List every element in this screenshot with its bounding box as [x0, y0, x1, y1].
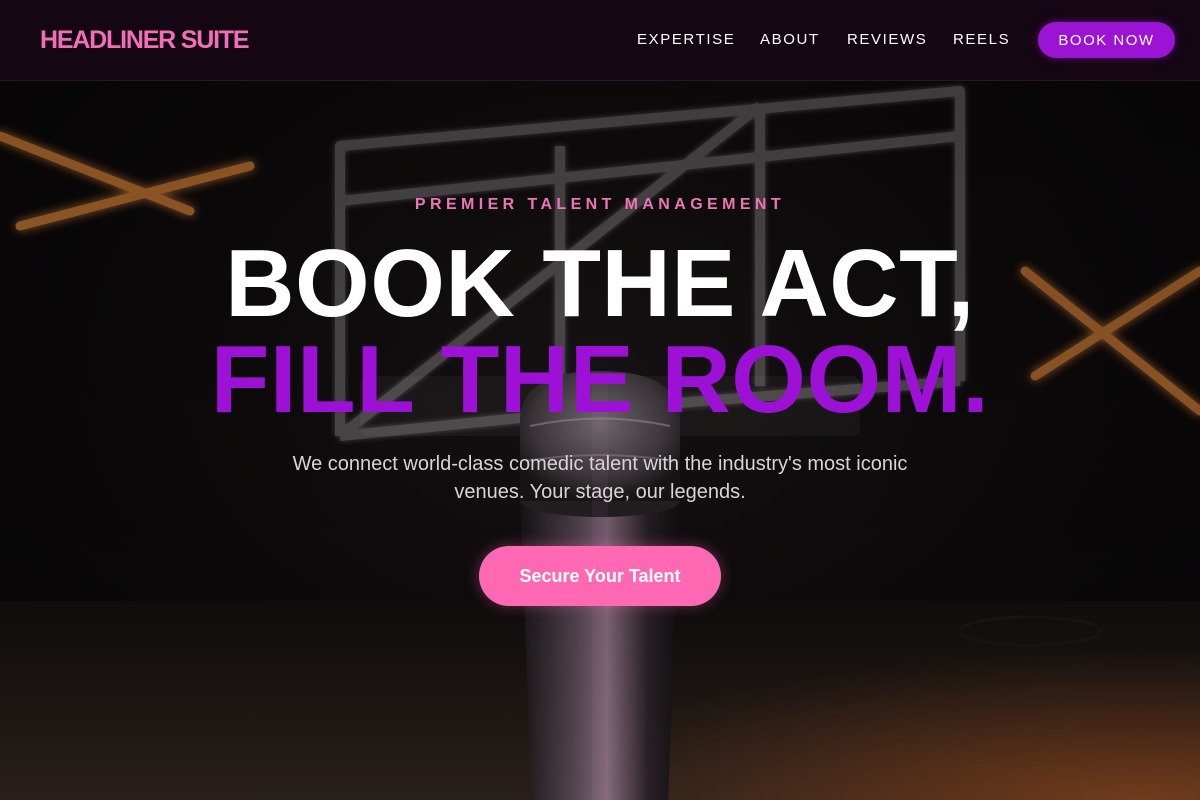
- nav-link-reels[interactable]: REELS: [953, 31, 1010, 48]
- hero-headline-line-2: FILL THE ROOM.: [210, 326, 990, 433]
- top-navbar: HEADLINER SUITE EXPERTISE ABOUT REVIEWS …: [0, 0, 1200, 81]
- hero-dark-overlay: [0, 81, 1200, 800]
- hero-headline-line-1: BOOK THE ACT,: [225, 230, 975, 337]
- hero-subtext: We connect world-class comedic talent wi…: [292, 453, 908, 503]
- hero-background-image: [0, 81, 1200, 800]
- hero-eyebrow: PREMIER TALENT MANAGEMENT: [414, 196, 786, 213]
- secure-talent-button[interactable]: Secure Your Talent: [479, 546, 721, 606]
- book-now-button[interactable]: BOOK NOW: [1038, 22, 1175, 58]
- nav-link-about[interactable]: ABOUT: [760, 31, 820, 48]
- nav-link-expertise[interactable]: EXPERTISE: [637, 31, 735, 48]
- nav-link-reviews[interactable]: REVIEWS: [847, 31, 927, 48]
- brand-logo[interactable]: HEADLINER SUITE: [40, 26, 250, 55]
